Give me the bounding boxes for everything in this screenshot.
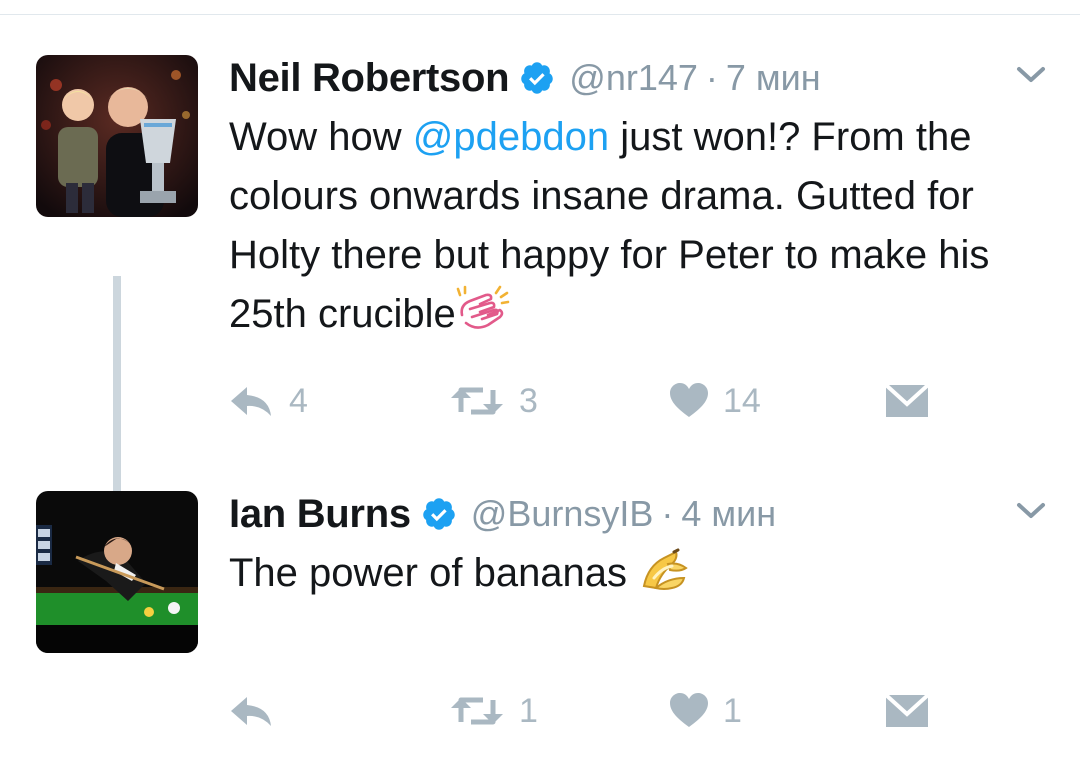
envelope-icon (885, 384, 929, 417)
reply-icon (231, 387, 271, 416)
chevron-down-icon[interactable] (1016, 500, 1046, 522)
retweet-count: 3 (519, 381, 538, 420)
like-count: 1 (723, 691, 742, 730)
heart-icon (670, 693, 708, 727)
envelope-icon (885, 694, 929, 727)
direct-message-button[interactable] (885, 376, 929, 426)
retweet-icon (451, 697, 503, 725)
top-divider (0, 14, 1080, 15)
tweet-actions: 4 3 14 (229, 376, 989, 426)
tweet-header: Ian Burns @BurnsyIB · 4 мин (229, 488, 1050, 540)
like-button[interactable]: 14 (669, 376, 761, 426)
retweet-button[interactable]: 1 (449, 686, 538, 736)
verified-badge-icon (519, 60, 555, 96)
tweet-text-part: The power of bananas (229, 551, 628, 595)
tweet-text-part: Wow how (229, 115, 413, 159)
retweet-icon (451, 387, 503, 415)
avatar-photo-snooker-icon (36, 491, 198, 653)
tweet[interactable]: Neil Robertson @nr147 · 7 мин Wow how @p… (0, 50, 1080, 532)
avatar[interactable] (36, 55, 198, 217)
timestamp[interactable]: 4 мин (681, 493, 776, 535)
tweet[interactable]: Ian Burns @BurnsyIB · 4 мин The power of… (0, 486, 1080, 763)
author-handle[interactable]: @BurnsyIB (471, 493, 654, 535)
like-button[interactable]: 1 (669, 686, 742, 736)
banana-icon (638, 548, 690, 609)
tweet-text: The power of bananas (229, 544, 1059, 609)
reply-icon (231, 697, 271, 726)
retweet-count: 1 (519, 691, 538, 730)
avatar-photo-trophy-icon (36, 55, 198, 217)
clapping-hands-icon (456, 285, 510, 350)
mention-link[interactable]: @pdebdon (413, 115, 609, 159)
tweet-header: Neil Robertson @nr147 · 7 мин (229, 52, 1050, 104)
timestamp[interactable]: 7 мин (726, 57, 821, 99)
reply-button[interactable] (229, 686, 289, 736)
direct-message-button[interactable] (885, 686, 929, 736)
reply-count: 4 (289, 381, 308, 420)
author-name[interactable]: Ian Burns (229, 492, 411, 537)
separator: · (661, 493, 674, 534)
tweet-text: Wow how @pdebdon just won!? From the col… (229, 108, 1059, 350)
like-count: 14 (723, 381, 761, 420)
separator: · (705, 57, 718, 98)
reply-button[interactable]: 4 (229, 376, 308, 426)
verified-badge-icon (421, 496, 457, 532)
heart-icon (670, 383, 708, 417)
tweet-actions: 1 1 (229, 686, 989, 736)
retweet-button[interactable]: 3 (449, 376, 538, 426)
author-name[interactable]: Neil Robertson (229, 56, 510, 101)
avatar[interactable] (36, 491, 198, 653)
author-handle[interactable]: @nr147 (569, 57, 698, 99)
chevron-down-icon[interactable] (1016, 64, 1046, 86)
